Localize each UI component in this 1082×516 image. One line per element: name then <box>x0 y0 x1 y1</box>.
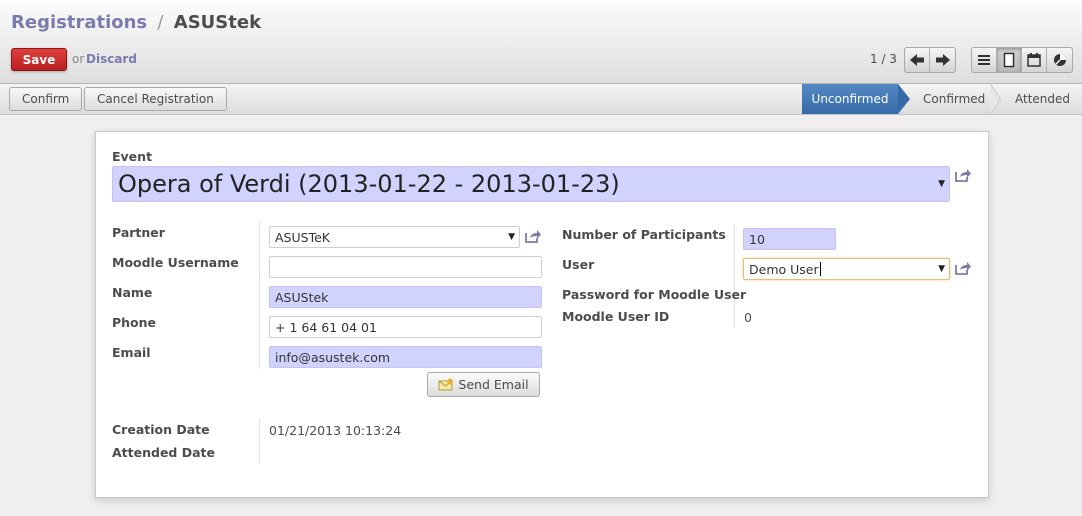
arrow-left-icon <box>910 54 924 66</box>
user-value: Demo User <box>749 261 819 277</box>
email-input[interactable]: info@asustek.com <box>269 346 542 368</box>
creation-date-value: 01/21/2013 10:13:24 <box>269 423 402 438</box>
control-panel: Registrations / ASUStek Save or Discard … <box>0 0 1082 84</box>
partner-select[interactable]: ASUSTeK ▼ <box>269 226 520 248</box>
name-label: Name <box>112 285 153 300</box>
calendar-view-icon <box>1027 53 1041 67</box>
breadcrumb-separator: / <box>157 12 164 33</box>
event-label: Event <box>112 149 153 164</box>
graph-view-icon <box>1053 54 1066 66</box>
user-label: User <box>562 257 595 272</box>
chevron-down-icon: ▼ <box>508 232 515 242</box>
moodle-user-id-value: 0 <box>744 310 752 325</box>
participants-label: Number of Participants <box>562 227 726 242</box>
chevron-down-icon: ▼ <box>938 264 945 274</box>
partner-value: ASUSTeK <box>275 229 330 245</box>
send-email-label: Send Email <box>458 377 529 392</box>
save-button[interactable]: Save <box>11 48 67 71</box>
moodle-username-label: Moodle Username <box>112 255 239 270</box>
left-column-divider <box>259 222 260 369</box>
pager-next-button[interactable] <box>930 48 955 72</box>
stage-unconfirmed: Unconfirmed <box>802 84 898 114</box>
breadcrumb: Registrations / ASUStek <box>11 12 261 33</box>
pager-value: 1 / 3 <box>870 52 897 66</box>
stage-confirmed: Confirmed <box>923 92 986 106</box>
phone-input[interactable]: + 1 64 61 04 01 <box>269 316 542 338</box>
graph-view-button[interactable] <box>1047 48 1072 72</box>
external-link-icon[interactable] <box>524 228 542 244</box>
partner-label: Partner <box>112 225 165 240</box>
dates-divider <box>259 418 260 464</box>
phone-label: Phone <box>112 315 157 330</box>
envelope-icon <box>438 378 454 390</box>
arrow-right-icon <box>935 54 950 66</box>
email-label: Email <box>112 345 151 360</box>
status-bar: Confirm Cancel Registration Unconfirmed … <box>0 84 1082 115</box>
form-sheet: Event Opera of Verdi (2013-01-22 - 2013-… <box>95 131 989 498</box>
event-select[interactable]: Opera of Verdi (2013-01-22 - 2013-01-23)… <box>112 166 950 202</box>
moodle-user-id-label: Moodle User ID <box>562 309 670 324</box>
view-switcher <box>971 47 1073 73</box>
stage-active-arrow <box>898 84 910 114</box>
participants-input[interactable]: 10 <box>743 228 836 250</box>
stage-attended: Attended <box>1015 92 1071 106</box>
user-select[interactable]: Demo User ▼ <box>743 258 950 280</box>
form-view-button[interactable] <box>997 48 1022 72</box>
creation-date-label: Creation Date <box>112 422 210 437</box>
name-input[interactable]: ASUStek <box>269 286 542 308</box>
event-value: Opera of Verdi (2013-01-22 - 2013-01-23) <box>118 170 620 198</box>
cancel-registration-button[interactable]: Cancel Registration <box>84 87 227 111</box>
moodle-password-label: Password for Moodle User <box>562 287 747 302</box>
confirm-button[interactable]: Confirm <box>9 87 83 111</box>
pager-buttons <box>904 47 956 73</box>
stage-separator <box>990 84 1001 114</box>
chevron-down-icon: ▼ <box>938 179 945 189</box>
form-view-icon <box>1003 52 1015 68</box>
calendar-view-button[interactable] <box>1022 48 1047 72</box>
right-column-divider <box>734 224 735 328</box>
external-link-icon[interactable] <box>954 167 972 183</box>
attended-date-label: Attended Date <box>112 445 215 460</box>
breadcrumb-current: ASUStek <box>173 12 262 33</box>
list-view-icon <box>978 55 990 65</box>
discard-link[interactable]: Discard <box>86 52 137 66</box>
moodle-username-input[interactable] <box>269 256 542 278</box>
breadcrumb-registrations-link[interactable]: Registrations <box>11 12 147 33</box>
list-view-button[interactable] <box>972 48 997 72</box>
pager-previous-button[interactable] <box>905 48 930 72</box>
external-link-icon[interactable] <box>954 260 972 276</box>
or-text: or <box>72 52 85 66</box>
text-cursor <box>819 262 821 276</box>
send-email-button[interactable]: Send Email <box>427 372 540 397</box>
